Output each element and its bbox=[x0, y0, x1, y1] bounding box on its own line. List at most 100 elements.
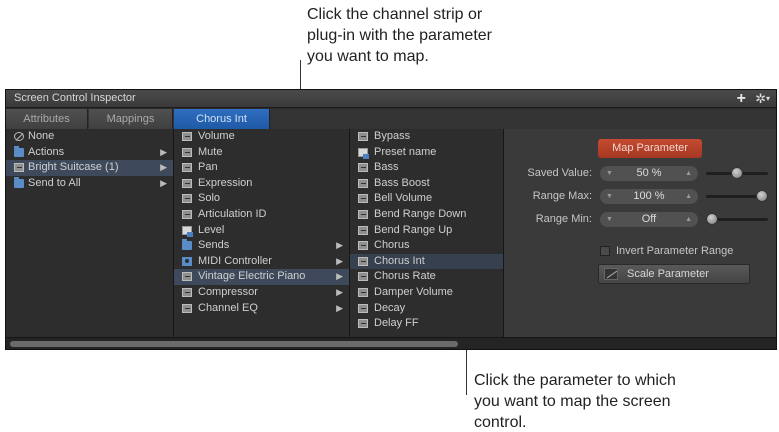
chevron-right-icon: ▶ bbox=[336, 271, 343, 282]
tab-attributes[interactable]: Attributes bbox=[6, 109, 88, 129]
plugin-icon bbox=[182, 132, 192, 141]
gear-icon[interactable]: ✲▾ bbox=[755, 91, 770, 107]
list-item-solo[interactable]: Solo bbox=[174, 191, 349, 207]
callout-bottom-line-2: you want to map the screen bbox=[474, 393, 671, 410]
list-item-delay-ff[interactable]: Delay FF bbox=[350, 316, 503, 332]
range-max-slider[interactable] bbox=[706, 190, 768, 202]
list-item-label: None bbox=[28, 130, 55, 142]
browser-column-3: Bypass Preset name Bass Bass Boost Bell … bbox=[350, 129, 504, 337]
chevron-right-icon: ▶ bbox=[336, 286, 343, 297]
range-min-field[interactable]: ▼ Off ▲ bbox=[600, 212, 698, 227]
plus-icon[interactable]: + bbox=[737, 90, 746, 107]
slider-knob[interactable] bbox=[756, 190, 768, 202]
callout-top-line-2: plug-in with the parameter bbox=[307, 27, 492, 44]
plugin-icon bbox=[358, 272, 368, 282]
list-item-level[interactable]: Level bbox=[174, 223, 349, 239]
tab-mappings[interactable]: Mappings bbox=[89, 109, 173, 129]
list-item-label: Articulation ID bbox=[198, 207, 267, 220]
list-item-pan[interactable]: Pan bbox=[174, 160, 349, 176]
invert-label: Invert Parameter Range bbox=[616, 245, 734, 257]
list-item-midi-controller[interactable]: MIDI Controller ▶ bbox=[174, 254, 349, 270]
plugin-icon bbox=[358, 225, 368, 235]
list-item-chorus[interactable]: Chorus bbox=[350, 238, 503, 254]
list-item-bass-boost[interactable]: Bass Boost bbox=[350, 176, 503, 192]
browser-column-1: None Actions ▶ Bright Suitcase (1) ▶ Send … bbox=[6, 129, 174, 337]
decrement-icon[interactable]: ▼ bbox=[606, 166, 613, 181]
list-item-volume[interactable]: Volume bbox=[174, 129, 349, 145]
invert-parameter-range[interactable]: Invert Parameter Range bbox=[600, 243, 776, 259]
list-item-bright-suitcase[interactable]: Bright Suitcase (1) ▶ bbox=[6, 160, 173, 176]
list-item-actions[interactable]: Actions ▶ bbox=[6, 145, 173, 161]
list-item-decay[interactable]: Decay bbox=[350, 301, 503, 317]
range-max-label: Range Max: bbox=[532, 190, 592, 202]
list-item-label: Expression bbox=[198, 176, 253, 189]
slider-knob[interactable] bbox=[706, 213, 718, 225]
scrollbar-thumb[interactable] bbox=[10, 341, 458, 347]
callout-bottom-line-1: Click the parameter to which bbox=[474, 372, 676, 389]
list-item-send-to-all[interactable]: Send to All ▶ bbox=[6, 176, 173, 192]
callout-top-line-3: you want to map. bbox=[307, 48, 429, 65]
list-item-label: Volume bbox=[198, 130, 235, 142]
decrement-icon[interactable]: ▼ bbox=[606, 189, 613, 204]
increment-icon[interactable]: ▲ bbox=[685, 212, 692, 227]
list-item-label: Level bbox=[198, 223, 225, 236]
list-item-label: Chorus Int bbox=[374, 254, 425, 267]
callout-bottom-line-3: control. bbox=[474, 414, 527, 431]
list-item-bass[interactable]: Bass bbox=[350, 160, 503, 176]
list-item-label: MIDI Controller bbox=[198, 254, 272, 267]
list-item-label: Channel EQ bbox=[198, 301, 258, 314]
browser-column-2: Volume Mute Pan Expression Solo Articula… bbox=[174, 129, 350, 337]
plugin-icon bbox=[358, 132, 368, 141]
scale-parameter-button[interactable]: Scale Parameter bbox=[598, 264, 750, 284]
plugin-icon bbox=[182, 272, 192, 282]
range-max-field[interactable]: ▼ 100 % ▲ bbox=[600, 189, 698, 204]
invert-checkbox[interactable] bbox=[600, 246, 610, 256]
list-item-label: Vintage Electric Piano bbox=[198, 270, 306, 283]
saved-value-field[interactable]: ▼ 50 % ▲ bbox=[600, 166, 698, 181]
list-item-mute[interactable]: Mute bbox=[174, 145, 349, 161]
plugin-icon bbox=[182, 209, 192, 219]
list-item-bend-range-up[interactable]: Bend Range Up bbox=[350, 223, 503, 239]
list-item-compressor[interactable]: Compressor ▶ bbox=[174, 285, 349, 301]
saved-value-slider[interactable] bbox=[706, 167, 768, 179]
chevron-down-icon: ▾ bbox=[765, 94, 770, 103]
list-item-label: Bend Range Up bbox=[374, 223, 453, 236]
range-min-slider[interactable] bbox=[706, 213, 768, 225]
plugin-icon bbox=[358, 178, 368, 188]
tab-chorus-int[interactable]: Chorus Int bbox=[174, 109, 270, 129]
list-item-bell-volume[interactable]: Bell Volume bbox=[350, 191, 503, 207]
list-item-preset-name[interactable]: Preset name bbox=[350, 145, 503, 161]
saved-value-label: Saved Value: bbox=[527, 167, 592, 179]
inspector-tabs: Attributes Mappings Chorus Int bbox=[6, 109, 776, 129]
list-item-sends[interactable]: Sends ▶ bbox=[174, 238, 349, 254]
increment-icon[interactable]: ▲ bbox=[685, 166, 692, 181]
list-item-bypass[interactable]: Bypass bbox=[350, 129, 503, 145]
list-item-expression[interactable]: Expression bbox=[174, 176, 349, 192]
list-item-channel-eq[interactable]: Channel EQ ▶ bbox=[174, 301, 349, 317]
slider-knob[interactable] bbox=[731, 167, 743, 179]
scale-parameter-label: Scale Parameter bbox=[627, 268, 709, 280]
callout-top-line-1: Click the channel strip or bbox=[307, 6, 483, 23]
folder-icon bbox=[14, 176, 24, 188]
list-item-label: Decay bbox=[374, 301, 406, 314]
document-icon bbox=[358, 147, 369, 159]
document-icon bbox=[182, 225, 193, 237]
decrement-icon[interactable]: ▼ bbox=[606, 212, 613, 227]
list-item-chorus-int[interactable]: Chorus Int bbox=[350, 253, 503, 270]
list-item-damper-volume[interactable]: Damper Volume bbox=[350, 285, 503, 301]
list-item-label: Bright Suitcase (1) bbox=[28, 161, 119, 174]
increment-icon[interactable]: ▲ bbox=[685, 189, 692, 204]
plugin-icon bbox=[358, 319, 368, 329]
list-item-articulation-id[interactable]: Articulation ID bbox=[174, 207, 349, 223]
horizontal-scrollbar[interactable] bbox=[6, 337, 776, 349]
list-item-chorus-rate[interactable]: Chorus Rate bbox=[350, 269, 503, 285]
inspector-titlebar: Screen Control Inspector + ✲▾ bbox=[6, 90, 776, 108]
list-item-label: Delay FF bbox=[374, 317, 419, 330]
map-parameter-button[interactable]: Map Parameter bbox=[598, 139, 702, 158]
plugin-icon bbox=[358, 209, 368, 219]
callout-bottom: Click the parameter to which you want to… bbox=[474, 370, 734, 432]
list-item-label: Bell Volume bbox=[374, 192, 433, 205]
list-item-vintage-electric-piano[interactable]: Vintage Electric Piano ▶ bbox=[174, 269, 349, 285]
list-item-none[interactable]: None bbox=[6, 129, 173, 145]
list-item-bend-range-down[interactable]: Bend Range Down bbox=[350, 207, 503, 223]
